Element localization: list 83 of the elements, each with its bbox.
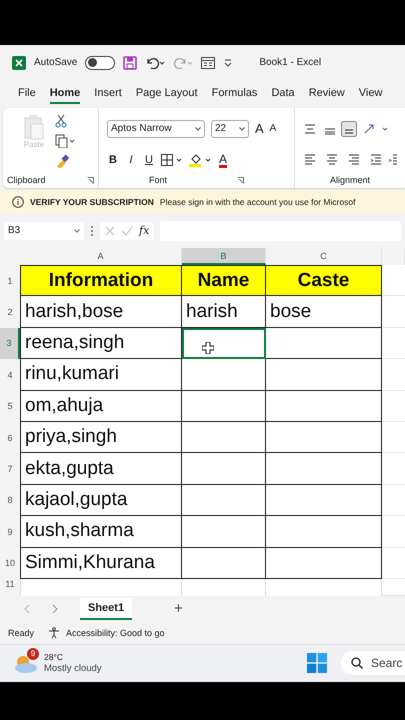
accessibility-icon[interactable]	[48, 626, 60, 639]
cursor-icon	[202, 342, 214, 354]
row-header[interactable]: 10	[0, 548, 20, 579]
copy-icon[interactable]	[55, 134, 75, 148]
cut-icon[interactable]	[55, 114, 67, 128]
format-button[interactable]: I	[125, 154, 137, 166]
format-button[interactable]: U	[143, 154, 155, 166]
menu-tab[interactable]: Formulas	[212, 84, 258, 104]
menu-tab[interactable]: View	[358, 84, 382, 104]
name-box[interactable]: B3	[4, 222, 84, 240]
row-header[interactable]: 9	[0, 516, 20, 548]
window-title: Book1 - Excel	[259, 57, 322, 68]
group-label: Font	[148, 175, 167, 185]
next-sheet-icon[interactable]	[52, 604, 58, 614]
table-cell: om,ahuja	[20, 390, 182, 422]
group-label: Clipboard	[7, 175, 46, 185]
weather-condition: Mostly cloudy	[44, 663, 102, 676]
form-icon[interactable]	[201, 56, 216, 68]
menu-tab[interactable]: File	[18, 84, 36, 104]
notice-title: VERIFY YOUR SUBSCRIPTION	[30, 196, 154, 206]
menu-tab[interactable]: Data	[271, 84, 295, 104]
customize-icon[interactable]	[223, 58, 234, 68]
temperature: 28°C	[44, 651, 64, 664]
autosave-label: AutoSave	[34, 57, 78, 68]
table-cell: Information	[20, 265, 182, 296]
table-cell: rinu,kumari	[20, 359, 182, 391]
table-cell: kush,sharma	[20, 516, 182, 548]
accessibility-status[interactable]: Accessibility: Good to go	[66, 628, 165, 638]
table-cell: ekta,gupta	[20, 453, 182, 485]
excel-logo-icon	[12, 56, 26, 70]
row-header[interactable]: 4	[0, 359, 20, 391]
row-header[interactable]: 1	[0, 265, 20, 296]
dialog-launcher-icon[interactable]	[237, 176, 244, 184]
taskbar-search[interactable]: Searc	[341, 651, 405, 676]
menu-tab[interactable]: Page Layout	[136, 84, 198, 104]
row-header[interactable]: 2	[0, 296, 20, 328]
row-header[interactable]: 5	[0, 390, 20, 422]
row-header[interactable]: 6	[0, 422, 20, 454]
status-text: Ready	[8, 628, 34, 638]
table-cell: reena,singh	[20, 328, 182, 360]
row-header[interactable]: 3	[0, 328, 20, 360]
format-button[interactable]: B	[107, 154, 119, 166]
shrink-font-button[interactable]: A	[270, 123, 276, 134]
caret-icon	[239, 126, 245, 130]
menu-tab[interactable]: Insert	[94, 84, 122, 104]
save-icon[interactable]	[123, 56, 138, 70]
table-cell: kajaol,gupta	[20, 484, 182, 516]
table-cell: priya,singh	[20, 422, 182, 454]
row-header[interactable]: 7	[0, 453, 20, 485]
group-label: Alignment	[330, 175, 370, 185]
notification-badge: 9	[27, 648, 39, 660]
insert-function-button[interactable]: fx	[139, 224, 150, 237]
autosave-toggle[interactable]	[85, 56, 116, 70]
sheet-tab[interactable]: Sheet1	[80, 598, 132, 620]
clipboard-icon	[23, 114, 45, 140]
font-size-dropdown[interactable]: 22	[211, 120, 249, 138]
table-cell: Caste	[266, 265, 382, 296]
table-cell: Name	[182, 265, 266, 296]
dialog-launcher-icon[interactable]	[87, 176, 94, 184]
font-color-button[interactable]: A	[219, 152, 228, 168]
grow-font-button[interactable]: A	[255, 121, 264, 136]
search-icon	[351, 657, 363, 670]
menu-tab[interactable]: Home	[50, 84, 80, 104]
fill-color-icon[interactable]	[189, 153, 213, 167]
borders-icon[interactable]	[161, 154, 183, 166]
table-cell: harish	[182, 296, 266, 328]
undo-icon[interactable]	[145, 56, 166, 68]
row-header[interactable]: 11	[0, 578, 20, 596]
row-header[interactable]: 8	[0, 484, 20, 516]
table-cell: Simmi,Khurana	[20, 548, 182, 579]
notice-message: Please sign in with the account you use for Microsof	[160, 196, 356, 206]
table-cell: bose	[266, 296, 382, 328]
menu-tab[interactable]: Review	[308, 84, 345, 104]
caret-icon	[195, 126, 201, 130]
table-cell: harish,bose	[20, 296, 182, 328]
text-alignment-icons-drawing[interactable]	[303, 154, 397, 166]
more-icon[interactable]	[90, 224, 94, 236]
windows-start-icon[interactable]	[307, 653, 327, 674]
info-icon	[12, 196, 24, 208]
caret-icon	[74, 228, 80, 232]
add-sheet-button[interactable]: +	[174, 600, 183, 618]
font-name-dropdown[interactable]: Aptos Narrow	[107, 120, 205, 138]
format-painter-icon[interactable]	[55, 154, 69, 168]
